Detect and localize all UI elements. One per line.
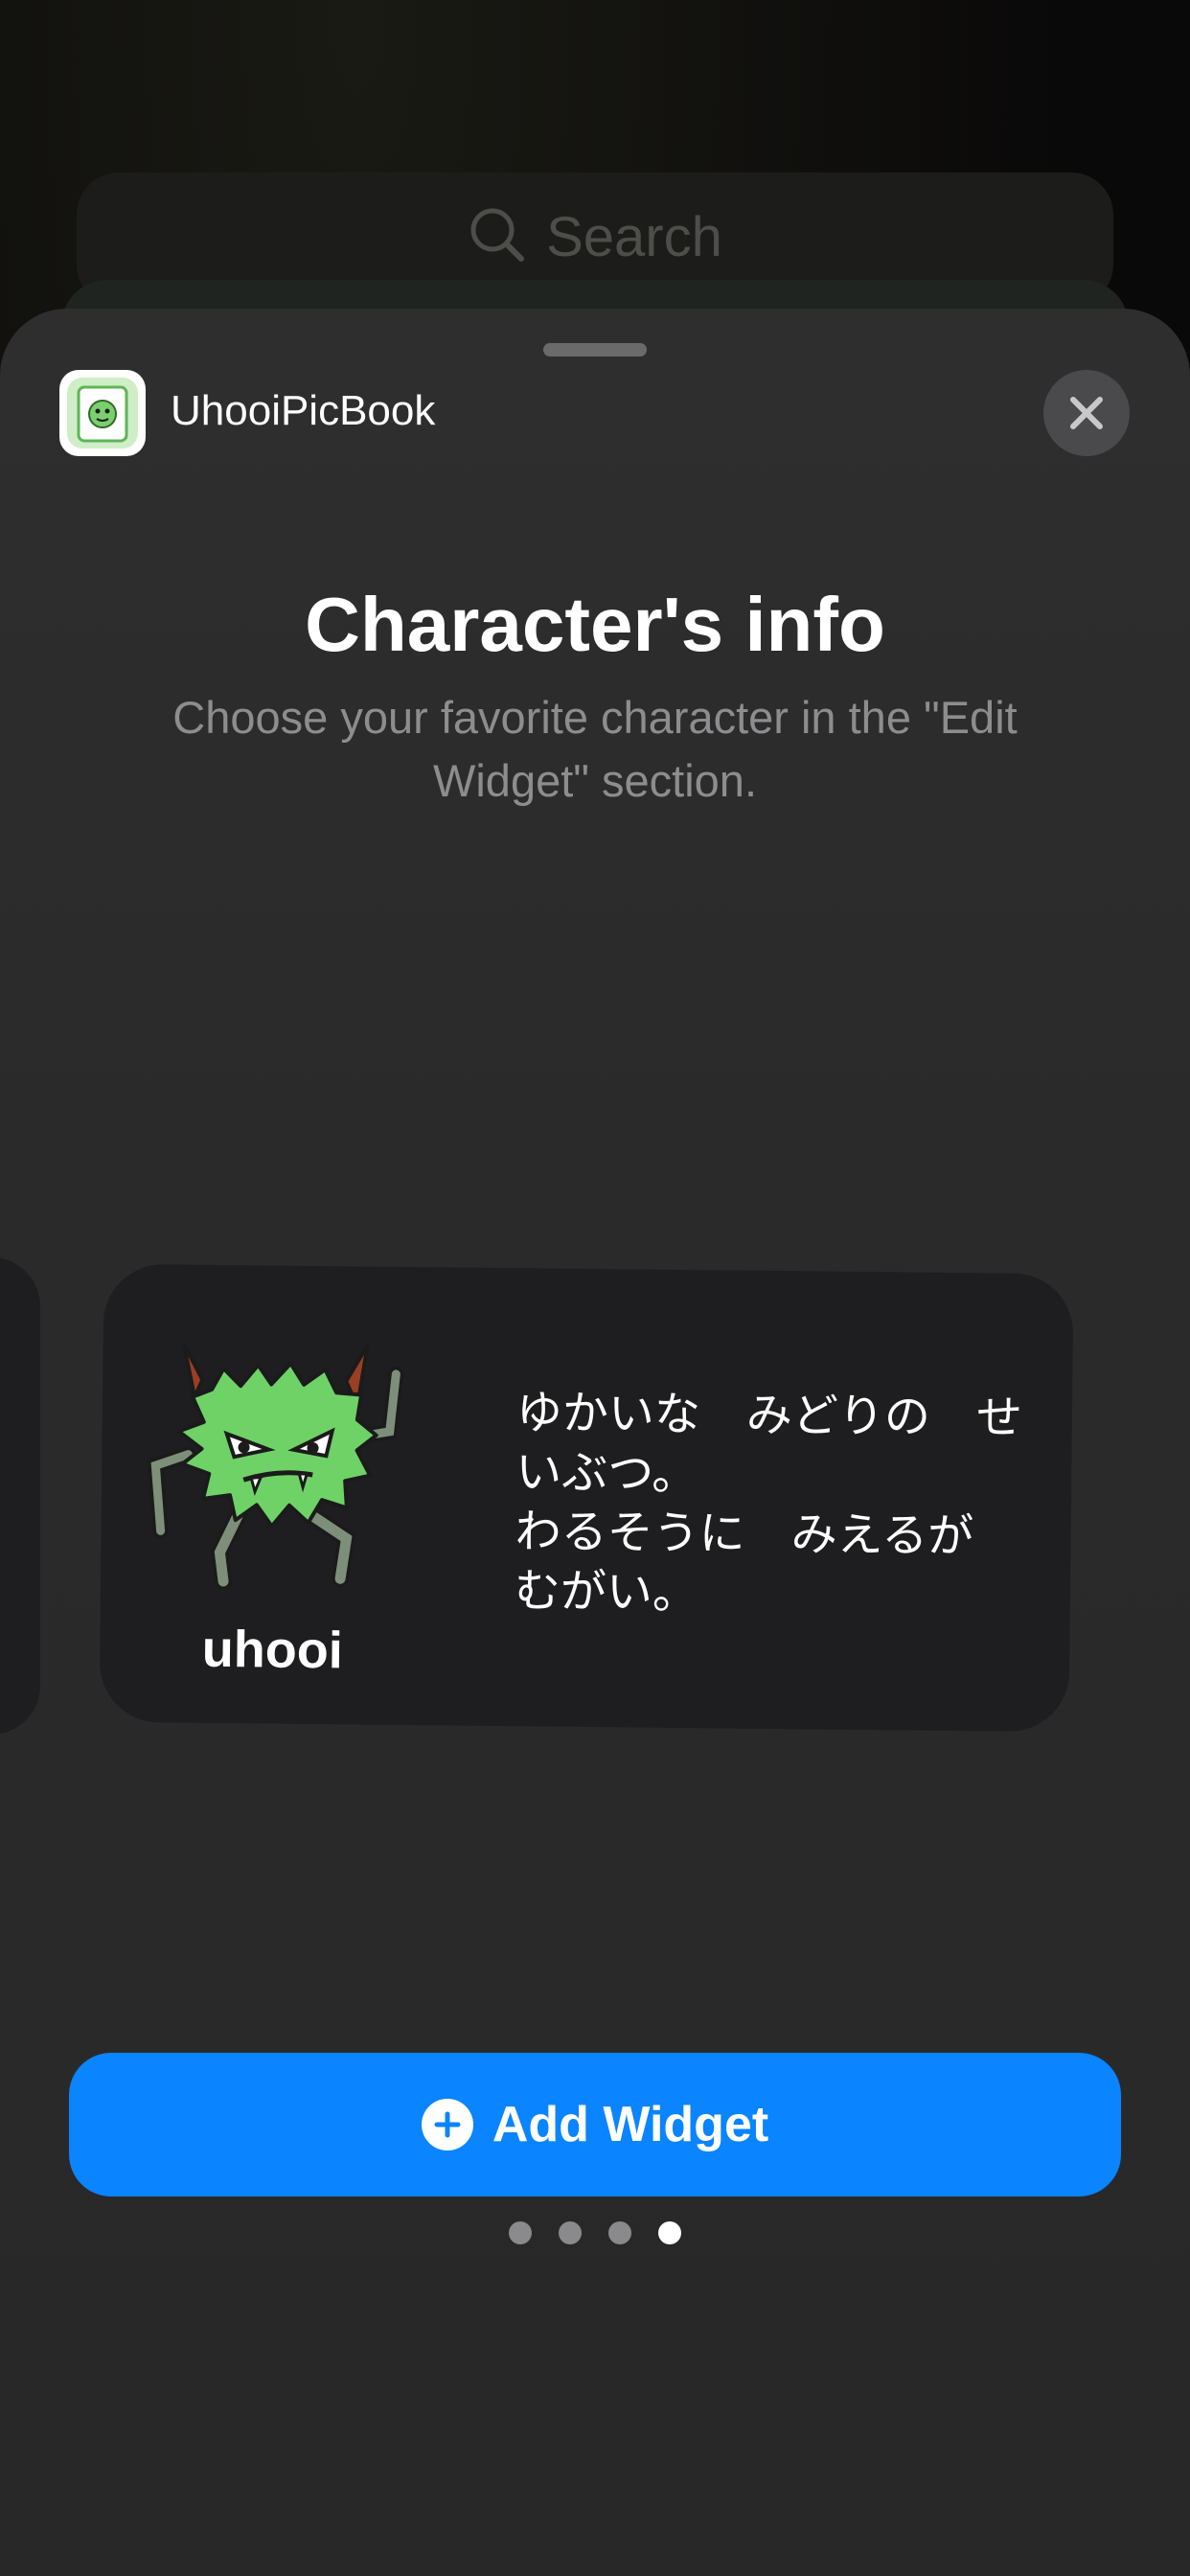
- widget-gallery-sheet: UhooiPicBook Character's info Choose you…: [0, 309, 1190, 2576]
- close-icon: [1070, 397, 1103, 429]
- uhooi-character-icon: [147, 1342, 404, 1591]
- widget-title: Character's info: [305, 582, 885, 667]
- app-icon: [59, 370, 146, 456]
- character-description: ゆかいな みどりの せいぶつ。 わるそうに みえるが むがい。: [514, 1386, 1023, 1621]
- add-widget-button[interactable]: Add Widget: [69, 2053, 1121, 2196]
- page-dot-1[interactable]: [509, 2221, 532, 2244]
- search-placeholder: Search: [546, 206, 722, 268]
- character-name: uhooi: [201, 1620, 344, 1680]
- character-widget-preview[interactable]: uhooi ゆかいな みどりの せいぶつ。 わるそうに みえるが むがい。: [99, 1263, 1074, 1733]
- add-widget-label: Add Widget: [492, 2097, 769, 2152]
- screen: Search UhooiPicBook Character's info Cho…: [0, 0, 1190, 2576]
- search-icon: [470, 208, 525, 262]
- app-name: UhooiPicBook: [171, 387, 436, 434]
- close-button[interactable]: [1043, 370, 1130, 456]
- page-dot-3[interactable]: [608, 2221, 631, 2244]
- sheet-grabber[interactable]: [543, 343, 647, 356]
- page-indicator[interactable]: [0, 2221, 1190, 2244]
- previous-widget-preview[interactable]: [0, 1257, 40, 1735]
- monster-book-icon: [67, 378, 138, 448]
- page-dot-4-active[interactable]: [658, 2221, 681, 2244]
- plus-circle-icon: [421, 2099, 473, 2150]
- widget-subtitle: Choose your favorite character in the "E…: [172, 692, 1018, 806]
- page-dot-2[interactable]: [559, 2221, 582, 2244]
